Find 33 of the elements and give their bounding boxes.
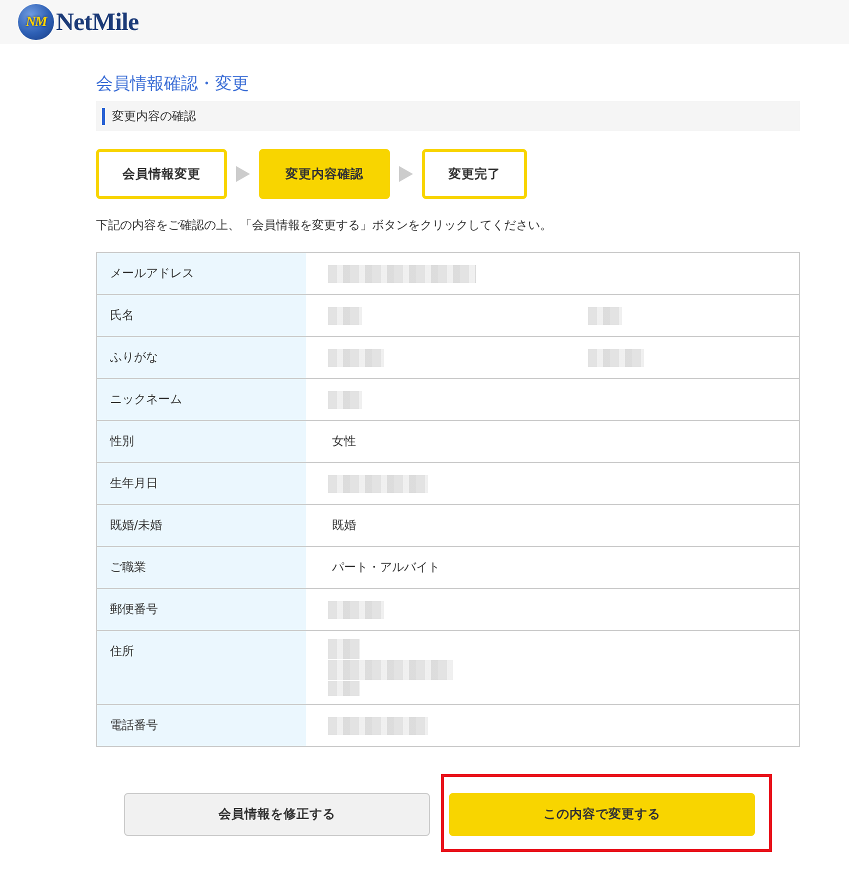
edit-info-button[interactable]: 会員情報を修正する bbox=[124, 793, 430, 836]
field-label: 電話番号 bbox=[110, 718, 158, 733]
logo-globe: NM bbox=[18, 4, 54, 40]
step-indicator: 変更内容確認 bbox=[259, 149, 390, 199]
field-value: パート・アルバイト bbox=[331, 560, 440, 575]
field-label: ご職業 bbox=[110, 560, 146, 575]
blurred-text bbox=[588, 348, 644, 366]
field-label: 郵便番号 bbox=[110, 602, 158, 617]
field-label: 性別 bbox=[110, 434, 134, 449]
step-arrow-icon bbox=[399, 166, 413, 182]
blurred-text bbox=[328, 306, 362, 324]
instruction-text: 下記の内容をご確認の上、「会員情報を変更する」ボタンをクリックしてください。 bbox=[96, 217, 553, 234]
field-label: 生年月日 bbox=[110, 476, 158, 491]
blurred-text bbox=[328, 348, 384, 366]
field-label: ふりがな bbox=[110, 350, 158, 365]
blurred-text bbox=[588, 306, 622, 324]
field-label: 既婚/未婚 bbox=[110, 518, 162, 533]
field-label: メールアドレス bbox=[110, 266, 194, 281]
step-indicator: 変更完了 bbox=[422, 149, 527, 199]
confirm-change-button[interactable]: この内容で変更する bbox=[449, 793, 755, 836]
accent-bar-icon bbox=[102, 108, 105, 124]
step-indicator: 会員情報変更 bbox=[96, 149, 227, 199]
page-title: 会員情報確認・変更 bbox=[96, 73, 250, 96]
logo-wordmark: NetMile bbox=[56, 10, 139, 34]
field-label: 氏名 bbox=[110, 308, 134, 323]
field-value: 既婚 bbox=[331, 518, 356, 533]
field-label: ニックネーム bbox=[110, 392, 182, 407]
field-label: 住所 bbox=[110, 644, 134, 659]
step-arrow-icon bbox=[236, 166, 250, 182]
blurred-text bbox=[328, 600, 384, 618]
blurred-text bbox=[328, 390, 362, 408]
field-value: 女性 bbox=[331, 434, 356, 449]
section-heading: 変更内容の確認 bbox=[112, 108, 196, 125]
